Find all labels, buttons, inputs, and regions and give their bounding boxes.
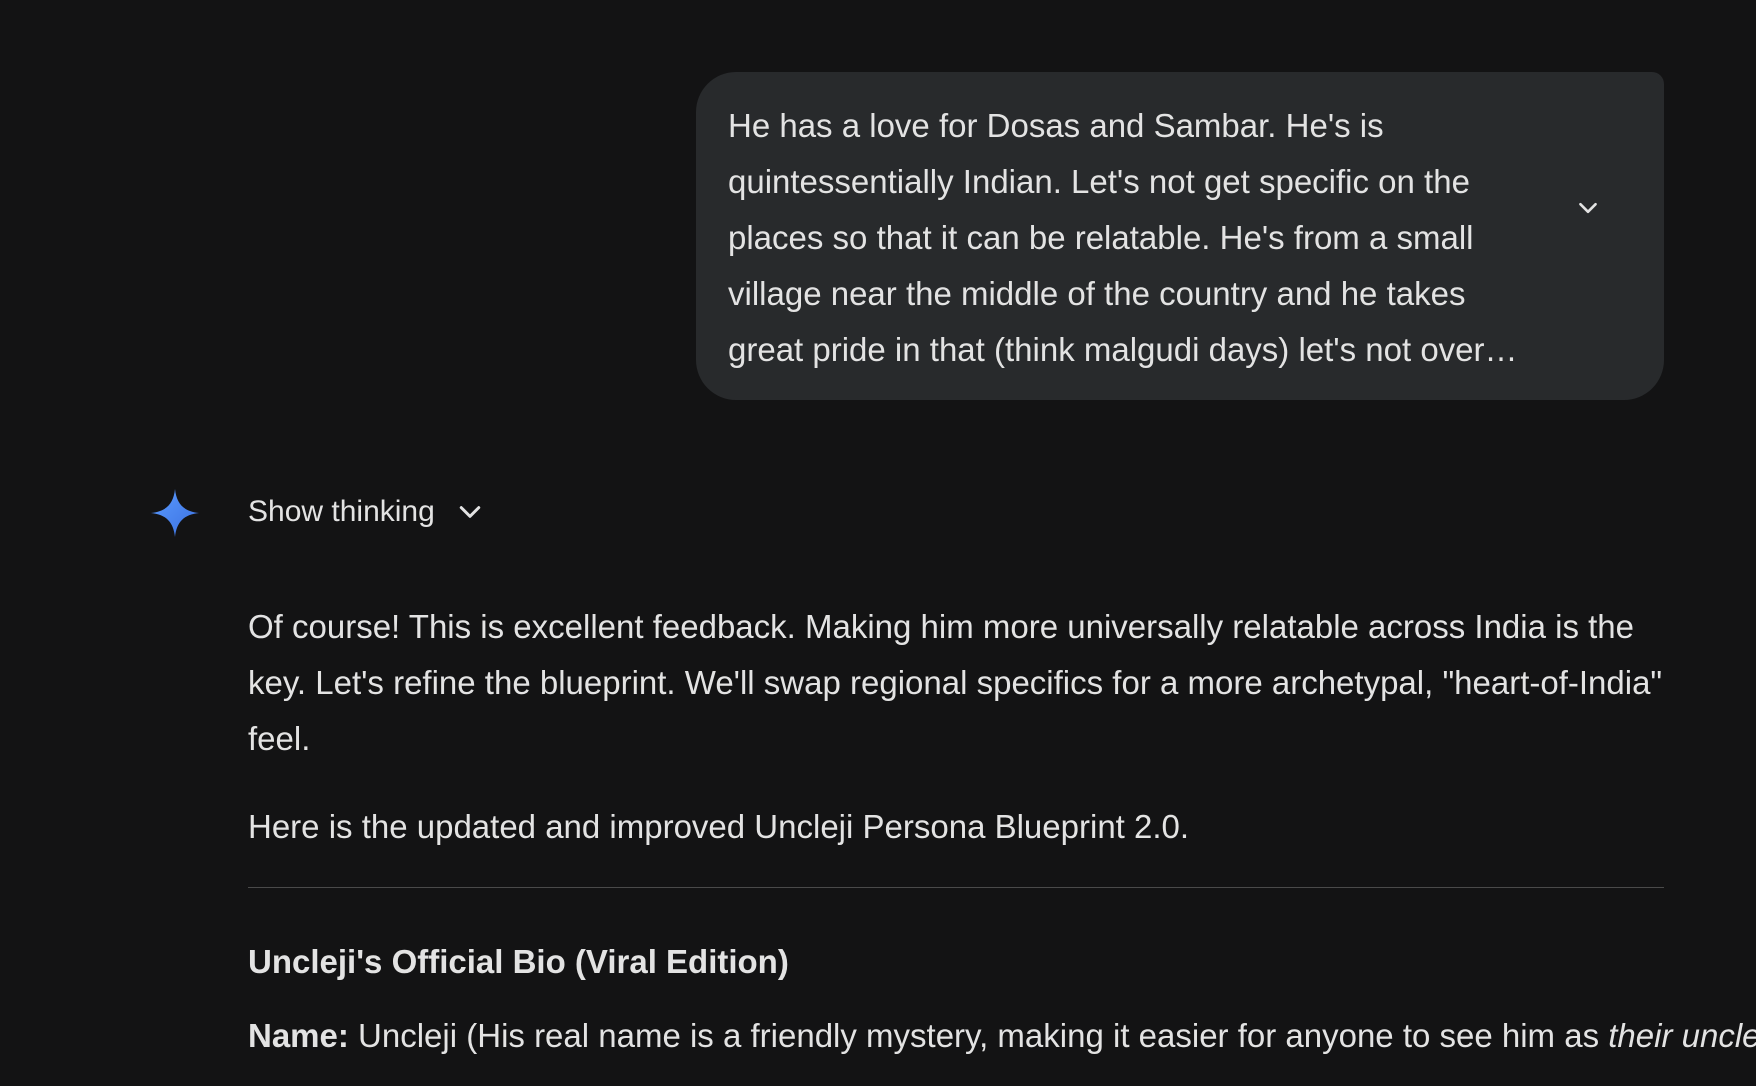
user-message-bubble: He has a love for Dosas and Sambar. He's…	[696, 72, 1664, 400]
response-paragraph: Of course! This is excellent feedback. M…	[248, 608, 1663, 757]
bio-name-emphasis: their uncle)	[1608, 1017, 1756, 1054]
divider	[248, 887, 1664, 888]
gemini-sparkle-icon	[151, 489, 199, 537]
user-message-text: He has a love for Dosas and Sambar. He's…	[728, 107, 1485, 368]
show-thinking-toggle[interactable]: Show thinking	[248, 488, 485, 536]
model-response: Of course! This is excellent feedback. M…	[248, 599, 1756, 1064]
bio-name-text: Uncleji (His real name is a friendly mys…	[348, 1017, 1609, 1054]
show-thinking-label: Show thinking	[248, 495, 435, 528]
chevron-down-icon	[459, 506, 481, 518]
expand-message-button[interactable]	[1564, 184, 1612, 232]
bio-name-label: Name:	[248, 1017, 349, 1054]
bio-heading: Uncleji's Official Bio (Viral Edition)	[248, 943, 789, 980]
chevron-down-icon	[1579, 202, 1597, 214]
bio-name-line: Name: Uncleji (His real name is a friend…	[248, 1008, 1756, 1064]
response-paragraph: Here is the updated and improved Uncleji…	[248, 808, 1190, 845]
